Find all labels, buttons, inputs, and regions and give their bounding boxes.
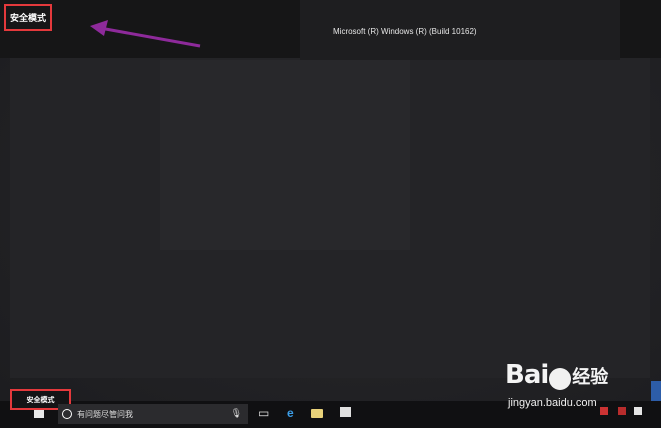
cortana-icon[interactable] <box>62 409 72 419</box>
windows-start-icon[interactable] <box>34 410 44 418</box>
tray-icon[interactable] <box>618 407 626 415</box>
edge-icon[interactable]: e <box>287 406 294 420</box>
search-placeholder: 有问题尽管问我 <box>77 409 133 419</box>
background-panel-inner <box>160 60 410 250</box>
watermark-brand: Bai <box>505 360 549 390</box>
annotation-arrow-icon <box>90 20 201 48</box>
tray-icon[interactable] <box>600 407 608 415</box>
watermark-suffix: 经验 <box>572 367 609 388</box>
notification-icon[interactable] <box>634 407 642 415</box>
baidu-watermark: Bai 经验 <box>505 360 608 390</box>
file-explorer-icon[interactable] <box>311 409 323 418</box>
watermark-url: jingyan.baidu.com <box>508 397 597 409</box>
safe-mode-text-top: 安全模式 <box>10 13 47 23</box>
safe-mode-label-top: 安全模式 <box>4 4 52 31</box>
safe-mode-text-bottom: 安全模式 <box>26 396 55 404</box>
search-box[interactable]: 有问题尽管问我 🎙 <box>58 404 248 424</box>
paw-logo-icon <box>549 367 572 390</box>
store-icon[interactable] <box>340 407 351 417</box>
microphone-icon[interactable]: 🎙 <box>231 408 242 419</box>
task-view-icon[interactable]: ▭ <box>258 406 269 420</box>
windows-build-info: Microsoft (R) Windows (R) (Build 10162) <box>333 27 477 36</box>
window-corner-icon <box>651 381 661 401</box>
